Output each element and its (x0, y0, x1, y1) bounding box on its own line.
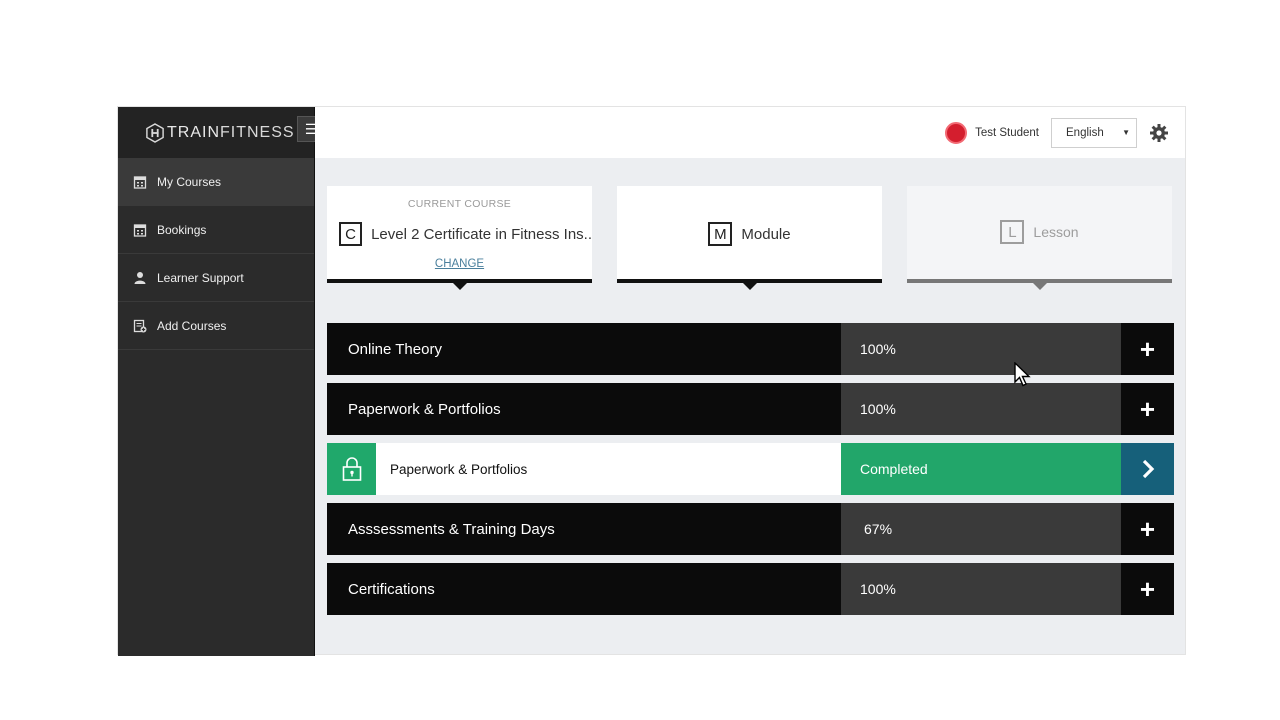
user-name[interactable]: Test Student (975, 127, 1039, 139)
sidebar-item-add-courses[interactable]: Add Courses (118, 302, 314, 350)
lesson-title-row: L Lesson (907, 220, 1172, 244)
course-title: Level 2 Certificate in Fitness Ins.. (371, 225, 592, 243)
sidebar-item-label: My Courses (157, 174, 222, 189)
app-window: TRAINFITNESS My Courses Bookings Learner… (117, 106, 1186, 656)
sidebar-item-label: Learner Support (157, 270, 244, 285)
expand-button[interactable]: + (1121, 383, 1174, 435)
sidebar-item-label: Add Courses (157, 318, 227, 333)
module-letter-icon: M (708, 222, 733, 246)
plus-icon: + (1139, 394, 1156, 424)
main-content: Test Student English ▼ CURRENT COURSE C … (315, 107, 1185, 654)
lock-icon (342, 457, 361, 481)
card-pointer (742, 283, 757, 290)
sidebar-item-learner-support[interactable]: Learner Support (118, 254, 314, 302)
open-lesson-button[interactable] (1121, 443, 1174, 495)
row-name[interactable]: Certifications (327, 563, 841, 615)
row-progress: 100% (841, 323, 1121, 375)
card-pointer (1032, 283, 1047, 290)
sidebar-item-bookings[interactable]: Bookings (118, 206, 314, 254)
row-progress: 100% (841, 383, 1121, 435)
caret-down-icon: ▼ (1122, 128, 1130, 137)
plus-icon: + (1139, 514, 1156, 544)
logo-hex-icon (146, 122, 164, 143)
row-progress: 67% (841, 503, 1121, 555)
change-course-link[interactable]: CHANGE (327, 258, 592, 270)
calendar-icon (133, 175, 147, 189)
avatar[interactable] (945, 121, 968, 144)
lesson-title: Lesson (1033, 224, 1079, 240)
lesson-letter-icon: L (1000, 220, 1025, 244)
sidebar: TRAINFITNESS My Courses Bookings Learner… (118, 107, 315, 656)
calendar-icon (133, 223, 147, 237)
brand-name: TRAINFITNESS (167, 123, 295, 141)
language-value: English (1066, 126, 1104, 139)
module-card[interactable]: M Module (617, 186, 882, 290)
row-progress: 100% (841, 563, 1121, 615)
lesson-row-paperwork: Paperwork & Portfolios Completed (327, 443, 1174, 495)
person-icon (134, 271, 146, 284)
plus-icon: + (1139, 574, 1156, 604)
add-document-icon (133, 319, 147, 332)
lock-icon-box (327, 443, 376, 495)
expand-button[interactable]: + (1121, 563, 1174, 615)
module-row-online-theory: Online Theory 100% + (327, 323, 1174, 375)
module-row-paperwork: Paperwork & Portfolios 100% + (327, 383, 1174, 435)
lesson-card[interactable]: L Lesson (907, 186, 1172, 290)
sidebar-item-my-courses[interactable]: My Courses (118, 158, 314, 206)
course-letter-icon: C (339, 222, 363, 246)
module-row-certifications: Certifications 100% + (327, 563, 1174, 615)
current-course-label: CURRENT COURSE (407, 198, 512, 210)
logo[interactable]: TRAINFITNESS (118, 107, 314, 158)
module-title-row: M Module (617, 222, 882, 246)
row-name[interactable]: Paperwork & Portfolios (376, 443, 841, 495)
current-course-card[interactable]: CURRENT COURSE C Level 2 Certificate in … (327, 186, 592, 290)
row-name[interactable]: Paperwork & Portfolios (327, 383, 841, 435)
expand-button[interactable]: + (1121, 323, 1174, 375)
language-select[interactable]: English ▼ (1051, 117, 1137, 148)
card-pointer (452, 283, 467, 290)
sidebar-item-label: Bookings (157, 222, 207, 237)
row-name[interactable]: Online Theory (327, 323, 841, 375)
top-bar: Test Student English ▼ (315, 107, 1185, 158)
plus-icon: + (1139, 334, 1156, 364)
module-title: Module (741, 225, 791, 243)
module-row-assessments: Asssessments & Training Days 67% + (327, 503, 1174, 555)
course-title-row: C Level 2 Certificate in Fitness Ins.. (327, 222, 592, 246)
expand-button[interactable]: + (1121, 503, 1174, 555)
chevron-right-icon (1142, 459, 1154, 479)
gear-icon[interactable] (1149, 123, 1169, 143)
row-status: Completed (841, 443, 1121, 495)
row-name[interactable]: Asssessments & Training Days (327, 503, 841, 555)
